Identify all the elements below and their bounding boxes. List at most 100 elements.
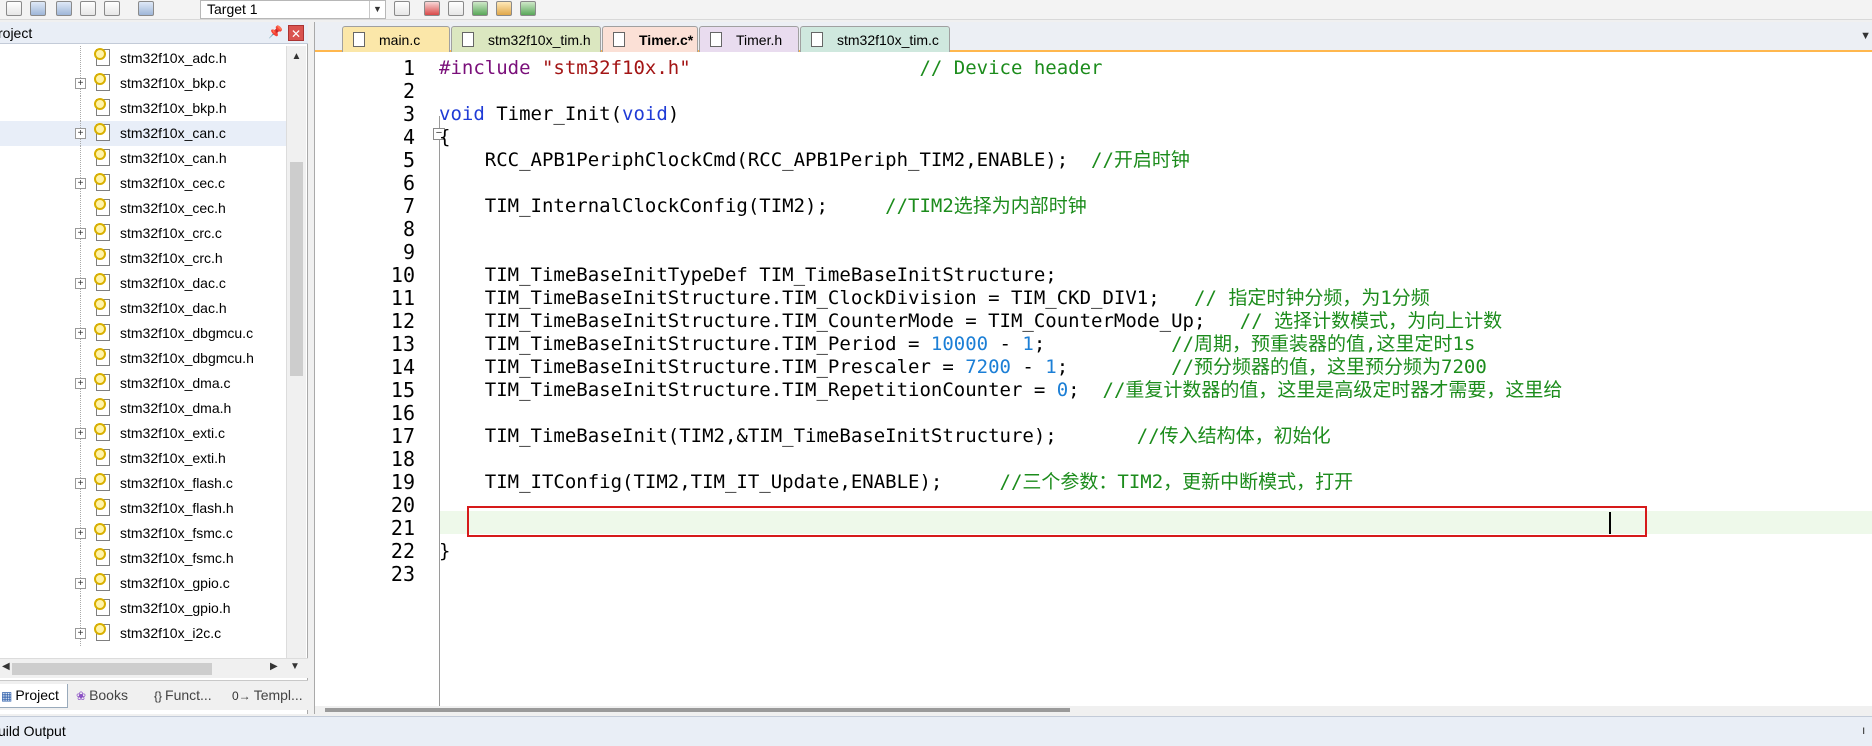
code-line-4[interactable]: { — [439, 126, 450, 149]
scroll-right-icon[interactable]: ▶ — [270, 661, 278, 672]
tree-item[interactable]: + stm32f10x_dbgmcu.c — [0, 321, 286, 346]
tree-item[interactable]: stm32f10x_dma.h — [0, 396, 286, 421]
code-line-5[interactable]: RCC_APB1PeriphClockCmd(RCC_APB1Periph_TI… — [439, 149, 1190, 172]
tab-stm32f10x-tim-c[interactable]: stm32f10x_tim.c — [800, 26, 950, 52]
code-editor[interactable]: 1 2 3 4 5 6 7 8 9 10 11 12 13 14 15 16 17 18 19 20 21 22 23 − … — [315, 54, 1872, 706]
tree-item[interactable]: + stm32f10x_dac.c — [0, 271, 286, 296]
tree-item[interactable]: + stm32f10x_cec.c — [0, 171, 286, 196]
select-packs-icon[interactable] — [496, 1, 512, 16]
code-line-7[interactable]: TIM_InternalClockConfig(TIM2); //TIM2选择为… — [439, 195, 1087, 218]
tree-item[interactable]: + stm32f10x_gpio.c — [0, 571, 286, 596]
file-icon — [710, 32, 722, 47]
line-number: 12 — [390, 309, 415, 333]
chevron-down-icon[interactable]: ▼ — [369, 1, 385, 18]
expand-icon[interactable]: + — [75, 78, 86, 89]
code-line-17[interactable]: TIM_TimeBaseInit(TIM2,&TIM_TimeBaseInitS… — [439, 425, 1331, 448]
code-line-12[interactable]: TIM_TimeBaseInitStructure.TIM_CounterMod… — [439, 310, 1502, 333]
source-file-icon — [94, 623, 110, 641]
expand-icon[interactable]: + — [75, 528, 86, 539]
expand-icon[interactable]: + — [75, 278, 86, 289]
tab-list-dropdown-icon[interactable]: ▼ — [1860, 30, 1871, 42]
tree-item[interactable]: + stm32f10x_flash.c — [0, 471, 286, 496]
tree-item[interactable]: stm32f10x_cec.h — [0, 196, 286, 221]
source-file-icon — [94, 473, 110, 491]
tree-horizontal-scrollbar[interactable]: ◀ ▶ ▼ — [0, 658, 308, 678]
expand-icon[interactable]: + — [75, 428, 86, 439]
tab-main-c[interactable]: main.c — [342, 26, 450, 52]
expand-icon[interactable]: + — [75, 378, 86, 389]
tree-item[interactable]: stm32f10x_dbgmcu.h — [0, 346, 286, 371]
panel-tab-books[interactable]: ❀ Books — [72, 684, 148, 708]
pack-installer-icon[interactable] — [472, 1, 488, 16]
code-line-15[interactable]: TIM_TimeBaseInitStructure.TIM_Repetition… — [439, 379, 1563, 402]
run-time-environment-icon[interactable] — [520, 1, 536, 16]
tab-timer-c[interactable]: Timer.c* — [602, 26, 698, 52]
pin-icon[interactable]: ı — [1862, 723, 1865, 737]
target-select[interactable]: Target 1 ▼ — [200, 0, 386, 19]
expand-icon[interactable]: + — [75, 328, 86, 339]
scrollbar-thumb[interactable] — [12, 663, 212, 675]
scroll-left-icon[interactable]: ◀ — [2, 661, 10, 672]
tree-item-label: stm32f10x_dma.c — [120, 375, 231, 391]
tree-vertical-scrollbar[interactable]: ▲ — [286, 46, 306, 664]
tab-stm32f10x-tim-h[interactable]: stm32f10x_tim.h — [451, 26, 601, 52]
code-line-22[interactable]: } — [439, 540, 450, 563]
panel-tab-functions[interactable]: {} Funct... — [150, 684, 226, 708]
scroll-down-icon[interactable]: ▼ — [290, 661, 300, 672]
code-line-10[interactable]: TIM_TimeBaseInitTypeDef TIM_TimeBaseInit… — [439, 264, 1057, 287]
tree-item[interactable]: + stm32f10x_crc.c — [0, 221, 286, 246]
tree-item[interactable]: stm32f10x_can.h — [0, 146, 286, 171]
expand-icon[interactable]: + — [75, 178, 86, 189]
tab-timer-h[interactable]: Timer.h — [699, 26, 799, 52]
scroll-up-icon[interactable]: ▲ — [288, 48, 305, 65]
tree-item[interactable]: stm32f10x_dac.h — [0, 296, 286, 321]
tree-item[interactable]: + stm32f10x_bkp.c — [0, 71, 286, 96]
tree-item[interactable]: stm32f10x_flash.h — [0, 496, 286, 521]
expand-icon[interactable]: + — [75, 478, 86, 489]
stop-build-icon[interactable] — [104, 1, 120, 16]
panel-tab-templates[interactable]: 0→ Templ... — [228, 684, 308, 708]
code-line-19[interactable]: TIM_ITConfig(TIM2,TIM_IT_Update,ENABLE);… — [439, 471, 1353, 494]
pin-icon[interactable]: 📌 — [268, 25, 283, 39]
target-options-icon[interactable] — [394, 1, 410, 16]
code-line-13[interactable]: TIM_TimeBaseInitStructure.TIM_Period = 1… — [439, 333, 1476, 356]
tree-item[interactable]: + stm32f10x_fsmc.c — [0, 521, 286, 546]
file-icon — [613, 32, 625, 47]
build-icon[interactable] — [30, 1, 46, 16]
tree-item[interactable]: stm32f10x_crc.h — [0, 246, 286, 271]
expand-icon[interactable]: + — [75, 628, 86, 639]
ide-window: Target 1 ▼ roject 📌 ✕ stm32f10x_adc.h + st… — [0, 0, 1872, 746]
text-caret — [1609, 512, 1611, 534]
code-line-1[interactable]: #include "stm32f10x.h" // Device header — [439, 57, 1103, 80]
line-number: 21 — [390, 516, 415, 540]
code-line-3[interactable]: void Timer_Init(void) — [439, 103, 679, 126]
tree-item[interactable]: + stm32f10x_i2c.c — [0, 621, 286, 646]
close-icon[interactable]: ✕ — [288, 25, 304, 41]
tree-item-label: stm32f10x_exti.h — [120, 450, 226, 466]
tree-item[interactable]: + stm32f10x_dma.c — [0, 371, 286, 396]
panel-tab-project[interactable]: ▦ Project — [0, 684, 68, 708]
code-line-11[interactable]: TIM_TimeBaseInitStructure.TIM_ClockDivis… — [439, 287, 1430, 310]
file-extensions-icon[interactable] — [448, 1, 464, 16]
expand-icon[interactable]: + — [75, 128, 86, 139]
editor-horizontal-scrollbar[interactable] — [315, 706, 1872, 714]
expand-icon[interactable]: + — [75, 578, 86, 589]
rebuild-icon[interactable] — [56, 1, 72, 16]
tree-item[interactable]: + stm32f10x_can.c — [0, 121, 286, 146]
code-line-14[interactable]: TIM_TimeBaseInitStructure.TIM_Prescaler … — [439, 356, 1487, 379]
scrollbar-thumb[interactable] — [290, 162, 303, 376]
manage-components-icon[interactable] — [424, 1, 440, 16]
scrollbar-thumb[interactable] — [325, 708, 1070, 712]
tree-item[interactable]: + stm32f10x_exti.c — [0, 421, 286, 446]
tree-item[interactable]: stm32f10x_adc.h — [0, 46, 286, 71]
functions-icon: {} — [154, 689, 163, 703]
tree-item-label: stm32f10x_dbgmcu.h — [120, 350, 254, 366]
expand-icon[interactable]: + — [75, 228, 86, 239]
tree-item[interactable]: stm32f10x_fsmc.h — [0, 546, 286, 571]
tree-item[interactable]: stm32f10x_gpio.h — [0, 596, 286, 621]
download-icon[interactable] — [138, 1, 154, 16]
batch-build-icon[interactable] — [80, 1, 96, 16]
translate-icon[interactable] — [6, 1, 22, 16]
tree-item[interactable]: stm32f10x_bkp.h — [0, 96, 286, 121]
tree-item[interactable]: stm32f10x_exti.h — [0, 446, 286, 471]
